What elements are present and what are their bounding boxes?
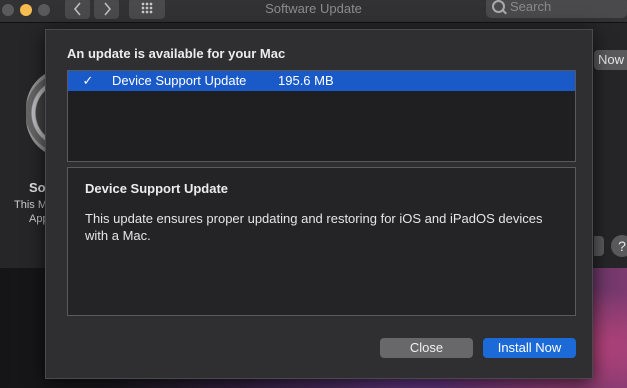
install-now-button[interactable]: Install Now: [483, 338, 576, 358]
help-button[interactable]: ?: [611, 235, 627, 257]
advanced-button[interactable]: [594, 236, 604, 256]
update-name: Device Support Update: [112, 73, 247, 88]
upgrade-now-button[interactable]: Now: [594, 50, 627, 70]
update-list[interactable]: ✓ Device Support Update 195.6 MB: [67, 70, 576, 162]
search-icon: [492, 0, 505, 13]
update-sheet: An update is available for your Mac ✓ De…: [45, 29, 593, 379]
update-size: 195.6 MB: [278, 73, 334, 88]
title-bar: Software Update Search: [0, 0, 627, 23]
update-row[interactable]: ✓ Device Support Update 195.6 MB: [68, 71, 575, 91]
detail-title: Device Support Update: [85, 181, 229, 196]
search-field[interactable]: Search: [486, 0, 627, 18]
sheet-heading: An update is available for your Mac: [67, 46, 286, 61]
pane-title: So: [29, 180, 46, 195]
update-checkbox[interactable]: ✓: [81, 74, 95, 88]
close-button[interactable]: Close: [380, 338, 473, 358]
pane-subtitle-line1: This M: [14, 199, 47, 211]
detail-description: This update ensures proper updating and …: [85, 211, 543, 243]
update-detail-panel: Device Support Update This update ensure…: [67, 167, 576, 316]
search-placeholder: Search: [510, 0, 552, 14]
